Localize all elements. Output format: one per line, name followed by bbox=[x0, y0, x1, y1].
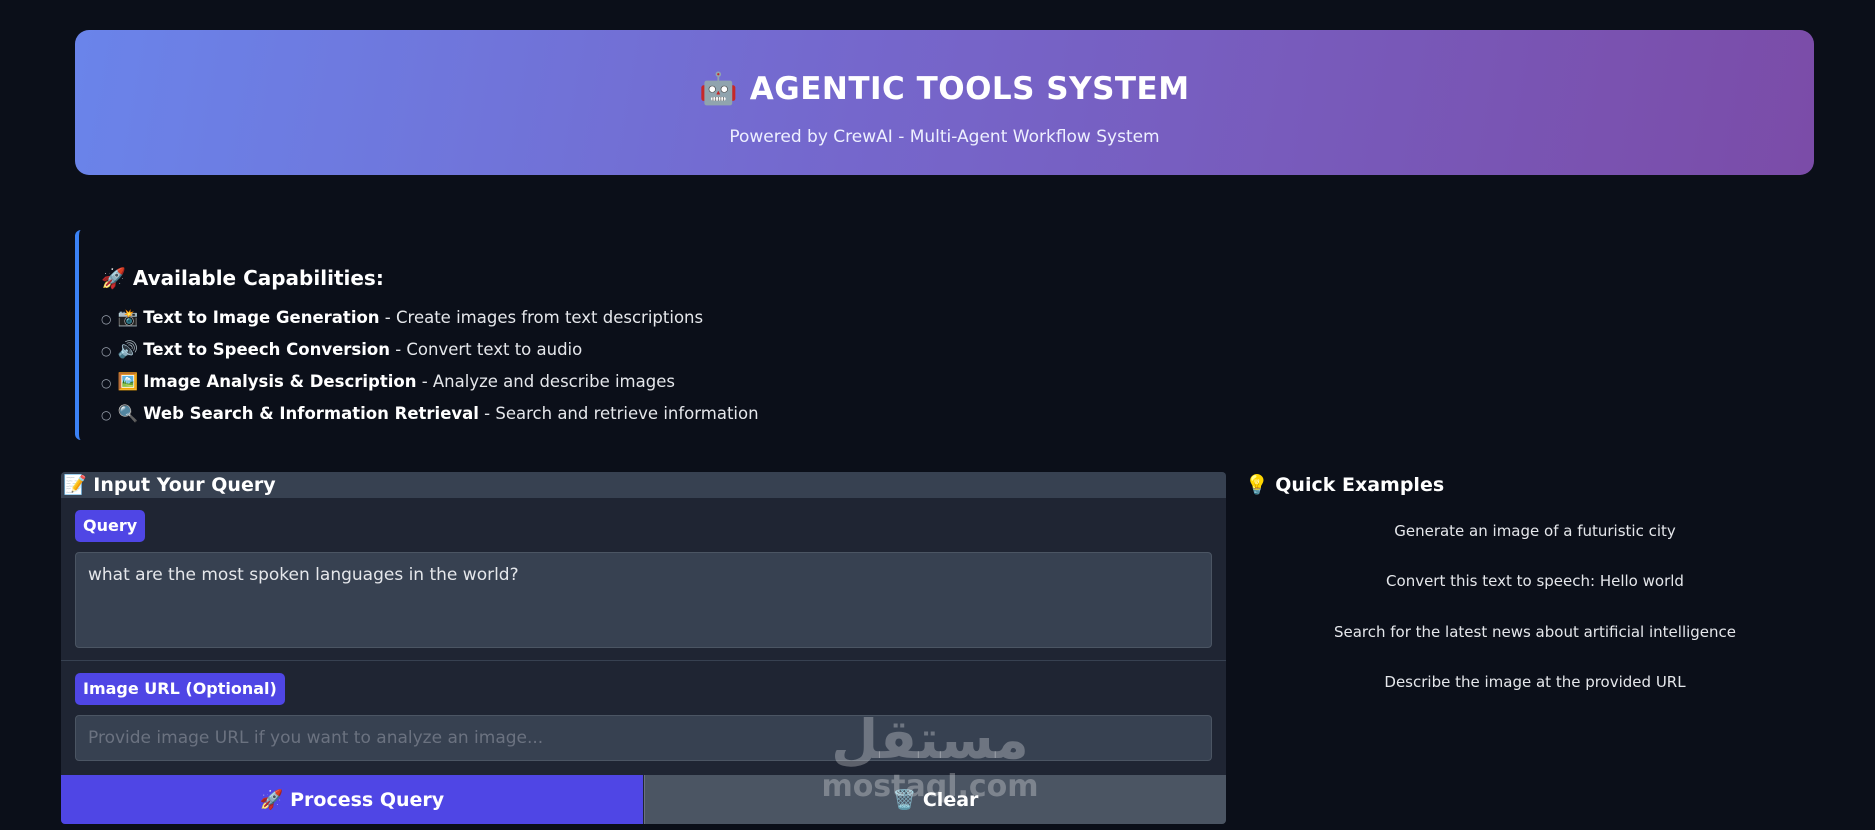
picture-icon: 🖼️ bbox=[117, 372, 139, 391]
quick-examples-title: 💡 Quick Examples bbox=[1245, 474, 1445, 496]
page-subtitle: Powered by CrewAI - Multi-Agent Workflow… bbox=[729, 127, 1160, 147]
capability-item: ○ 🔍 Web Search & Information Retrieval - … bbox=[101, 398, 759, 430]
capabilities-list: ○ 📸 Text to Image Generation - Create ima… bbox=[101, 302, 759, 430]
bullet-icon: ○ bbox=[101, 408, 112, 422]
camera-icon: 📸 bbox=[117, 308, 139, 327]
magnifier-icon: 🔍 bbox=[117, 404, 139, 423]
example-item[interactable]: Search for the latest news about artific… bbox=[1275, 617, 1795, 647]
query-input-panel: 📝 Input Your Query Query Image URL (Opti… bbox=[61, 472, 1226, 824]
capability-item: ○ 🖼️ Image Analysis & Description - Analy… bbox=[101, 366, 759, 398]
capability-desc: - Convert text to audio bbox=[389, 340, 583, 359]
page-title: 🤖 AGENTIC TOOLS SYSTEM bbox=[699, 71, 1190, 107]
image-url-input[interactable] bbox=[75, 715, 1212, 761]
app-header: 🤖 AGENTIC TOOLS SYSTEM Powered by CrewAI… bbox=[75, 30, 1814, 175]
clear-button[interactable]: 🗑️ Clear bbox=[644, 775, 1226, 824]
capability-name: Image Analysis & Description bbox=[143, 372, 417, 391]
speaker-icon: 🔊 bbox=[117, 340, 139, 359]
bullet-icon: ○ bbox=[101, 312, 112, 326]
query-input[interactable] bbox=[75, 552, 1212, 648]
example-item[interactable]: Convert this text to speech: Hello world bbox=[1275, 566, 1795, 596]
bullet-icon: ○ bbox=[101, 344, 112, 358]
capabilities-title: 🚀 Available Capabilities: bbox=[101, 266, 384, 290]
example-item[interactable]: Generate an image of a futuristic city bbox=[1275, 516, 1795, 546]
capabilities-panel: 🚀 Available Capabilities: ○ 📸 Text to Ima… bbox=[75, 230, 975, 440]
capability-name: Web Search & Information Retrieval bbox=[143, 404, 479, 423]
capability-name: Text to Speech Conversion bbox=[143, 340, 390, 359]
example-item[interactable]: Describe the image at the provided URL bbox=[1275, 667, 1795, 697]
capability-item: ○ 📸 Text to Image Generation - Create ima… bbox=[101, 302, 759, 334]
query-label: Query bbox=[75, 510, 146, 542]
capability-desc: - Search and retrieve information bbox=[478, 404, 759, 423]
input-panel-title: 📝 Input Your Query bbox=[61, 472, 1226, 498]
process-query-button[interactable]: 🚀 Process Query bbox=[61, 775, 643, 824]
capability-name: Text to Image Generation bbox=[143, 308, 380, 327]
section-divider bbox=[61, 660, 1226, 661]
capability-desc: - Create images from text descriptions bbox=[379, 308, 704, 327]
image-url-label: Image URL (Optional) bbox=[75, 673, 285, 705]
bullet-icon: ○ bbox=[101, 376, 112, 390]
quick-examples-panel: 💡 Quick Examples Generate an image of a … bbox=[1245, 472, 1825, 732]
capability-item: ○ 🔊 Text to Speech Conversion - Convert t… bbox=[101, 334, 759, 366]
capability-desc: - Analyze and describe images bbox=[416, 372, 675, 391]
